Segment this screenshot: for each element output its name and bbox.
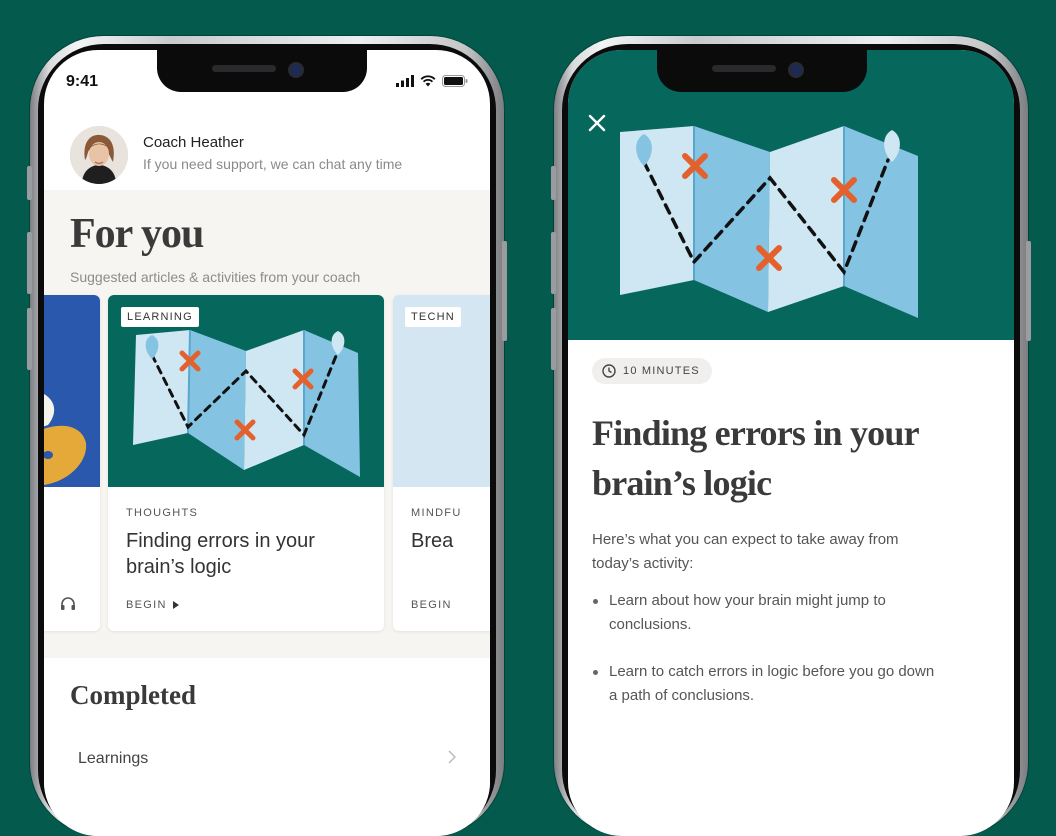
chevron-right-icon [448, 748, 457, 769]
play-triangle-icon [172, 601, 179, 609]
status-time: 9:41 [66, 73, 99, 90]
coach-avatar [70, 126, 128, 184]
card-image-map: LEARNING [108, 295, 384, 487]
card-category: MINDFU [411, 507, 462, 519]
card-title: Finding errors in your brain’s logic [126, 530, 315, 578]
battery-icon [442, 75, 468, 87]
phone-right: 10 MINUTES Finding errors in your brain’… [551, 36, 1031, 836]
card-tag: TECHN [405, 307, 461, 327]
status-icons [396, 75, 468, 87]
for-you-title: For you [70, 211, 204, 257]
begin-label: BEGIN [126, 599, 167, 611]
speaker [212, 65, 276, 72]
coach-name: Coach Heather [143, 134, 244, 151]
mute-switch [27, 166, 32, 200]
completed-item-learnings[interactable]: Learnings [78, 750, 148, 768]
clock-icon [602, 364, 616, 378]
mute-switch [551, 166, 556, 200]
card-category: THOUGHTS [126, 507, 199, 519]
headphones-icon [61, 597, 75, 610]
card-title: Brea [411, 530, 454, 552]
volume-up-button [551, 232, 556, 294]
cellular-signal-icon [396, 75, 414, 87]
begin-label: BEGIN [411, 599, 452, 611]
front-camera [788, 62, 804, 78]
for-you-subtitle: Suggested articles & activities from you… [70, 269, 361, 285]
completed-title: Completed [70, 680, 196, 710]
duration-badge: 10 MINUTES [592, 358, 712, 384]
front-camera [288, 62, 304, 78]
takeaway-item: Learn to catch errors in logic before yo… [592, 660, 942, 708]
begin-button[interactable]: BEGIN [126, 599, 179, 611]
close-button[interactable] [586, 112, 608, 134]
card-image [44, 295, 100, 487]
volume-down-button [27, 308, 32, 370]
screen-home: 9:41 Coach Heather If you need support, … [44, 50, 490, 836]
takeaways-list: Learn about how your brain might jump to… [592, 589, 942, 731]
activity-card-next[interactable]: TECHN MINDFU Brea BEGIN [393, 295, 490, 631]
notch [157, 50, 367, 92]
activity-card-previous[interactable] [44, 295, 100, 631]
activity-intro: Here’s what you can expect to take away … [592, 531, 899, 572]
activity-card[interactable]: LEARNING THOUGHTS Finding errors in your… [108, 295, 384, 631]
speaker [712, 65, 776, 72]
notch [657, 50, 867, 92]
phone-left: 9:41 Coach Heather If you need support, … [27, 36, 507, 836]
begin-button[interactable]: BEGIN [411, 599, 452, 611]
card-tag: LEARNING [121, 307, 199, 327]
wifi-icon [420, 75, 436, 87]
power-button [1026, 241, 1031, 341]
close-icon [588, 114, 606, 132]
completed-section: Completed Learnings [44, 658, 490, 836]
takeaway-item: Learn about how your brain might jump to… [592, 589, 942, 637]
activity-title: Finding errors in your brain’s logic [592, 413, 919, 503]
volume-up-button [27, 232, 32, 294]
duration-label: 10 MINUTES [623, 365, 700, 377]
coach-subtitle: If you need support, we can chat any tim… [143, 156, 403, 172]
power-button [502, 241, 507, 341]
coach-banner[interactable]: Coach Heather If you need support, we ca… [44, 112, 490, 190]
activity-hero [568, 50, 1014, 340]
volume-down-button [551, 308, 556, 370]
card-image: TECHN [393, 295, 490, 487]
screen-activity-detail: 10 MINUTES Finding errors in your brain’… [568, 50, 1014, 836]
